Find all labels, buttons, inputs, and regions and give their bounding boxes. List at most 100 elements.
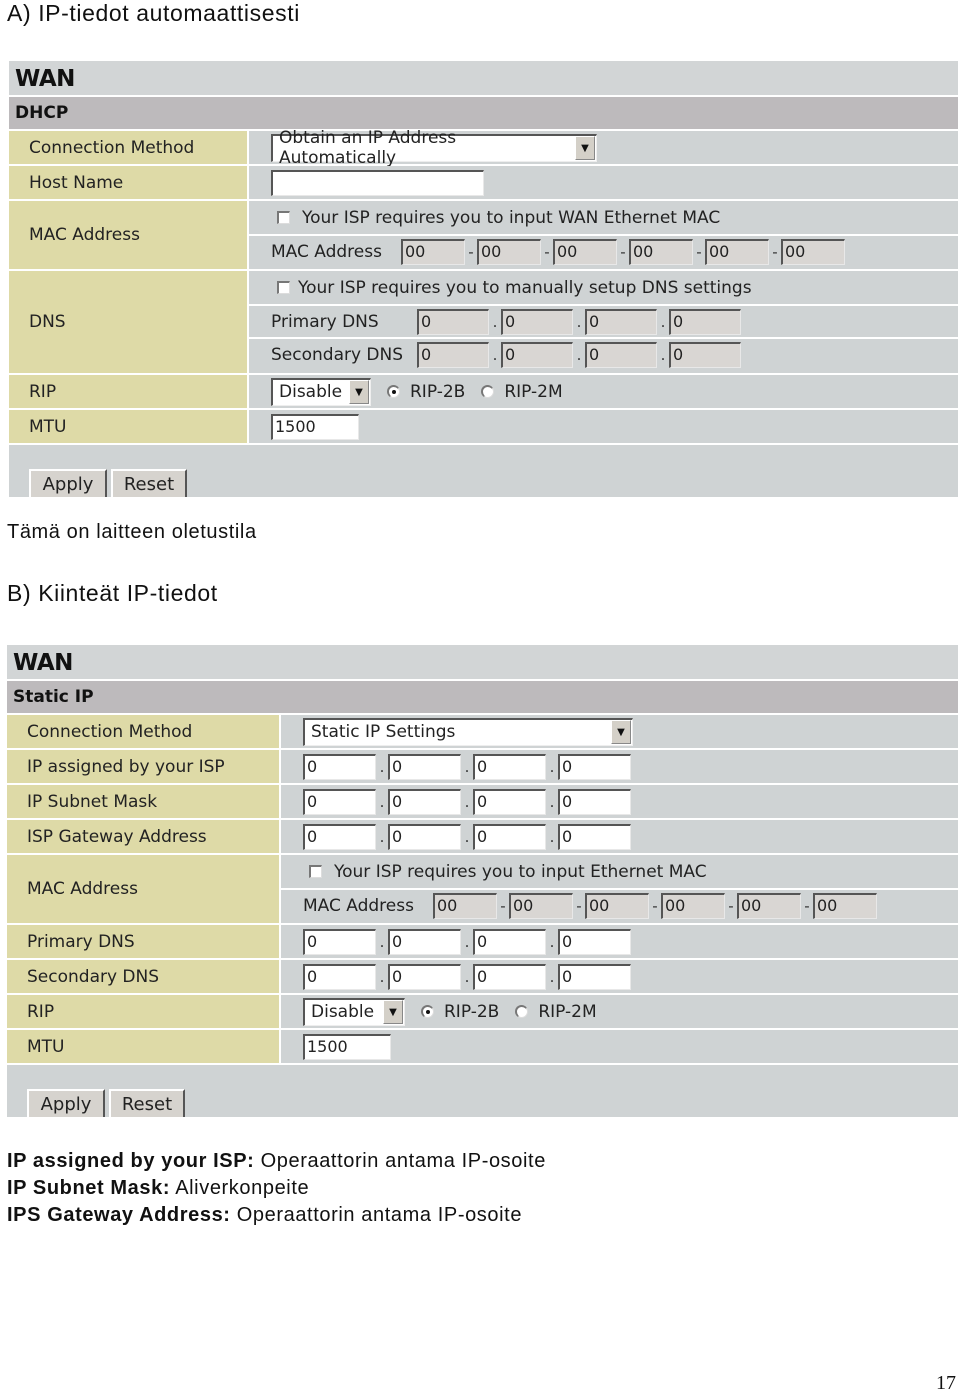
- rip-select-value: Disable: [311, 1002, 375, 1022]
- mac-octet-6[interactable]: 00: [781, 238, 845, 265]
- mac-address-label: MAC Address: [7, 855, 281, 923]
- chevron-down-icon[interactable]: ▼: [349, 380, 369, 404]
- secondary-dns-octet-2[interactable]: 0: [501, 342, 573, 368]
- mac-octet-1[interactable]: 00: [433, 892, 497, 919]
- glossary-definition: Aliverkonpeite: [175, 1177, 310, 1199]
- rip-label: RIP: [7, 995, 281, 1028]
- connection-method-select[interactable]: Static IP Settings ▼: [303, 717, 633, 746]
- section-b-heading: B) Kiinteät IP-tiedot: [7, 580, 218, 606]
- button-bar: Apply Reset: [9, 445, 958, 497]
- rip-select-value: Disable: [279, 382, 343, 402]
- ethernet-mac-checkbox-label: Your ISP requires you to input Ethernet …: [334, 861, 707, 882]
- mac-octet-5[interactable]: 00: [737, 892, 801, 919]
- row-mtu: MTU 1500: [9, 410, 958, 445]
- mac-field-label: MAC Address: [303, 895, 414, 916]
- reset-button[interactable]: Reset: [109, 1089, 185, 1117]
- primary-dns-octet-1[interactable]: 0: [417, 308, 489, 335]
- rip-2m-radio[interactable]: [481, 385, 495, 398]
- apply-button[interactable]: Apply: [27, 1089, 105, 1117]
- connection-method-select[interactable]: Obtain an IP Address Automatically ▼: [271, 128, 597, 168]
- mac-octet-2[interactable]: 00: [477, 238, 541, 265]
- host-name-input[interactable]: [271, 169, 484, 196]
- glossary-term: IPS Gateway Address:: [7, 1204, 231, 1226]
- connection-method-label: Connection Method: [9, 131, 249, 164]
- mac-address-label: MAC Address: [9, 201, 249, 269]
- mtu-label: MTU: [9, 410, 249, 443]
- mac-octet-2[interactable]: 00: [509, 892, 573, 919]
- primary-dns-label: Primary DNS: [271, 311, 379, 332]
- primary-dns-octet-3[interactable]: 0: [473, 928, 546, 955]
- gateway-octet-3[interactable]: 0: [473, 823, 546, 850]
- primary-dns-octet-4[interactable]: 0: [558, 928, 631, 955]
- secondary-dns-label: Secondary DNS: [7, 960, 281, 993]
- chevron-down-icon[interactable]: ▼: [575, 136, 595, 160]
- mask-octet-4[interactable]: 0: [558, 788, 631, 815]
- secondary-dns-octet-4[interactable]: 0: [558, 963, 631, 990]
- chevron-down-icon[interactable]: ▼: [611, 720, 631, 744]
- rip-2m-radio[interactable]: [515, 1005, 529, 1018]
- gateway-octet-4[interactable]: 0: [558, 823, 631, 850]
- mask-octet-2[interactable]: 0: [388, 788, 461, 815]
- row-gateway: ISP Gateway Address 0. 0. 0. 0: [7, 820, 958, 855]
- mask-octet-3[interactable]: 0: [473, 788, 546, 815]
- row-mac-address: MAC Address Your ISP requires you to inp…: [7, 855, 958, 925]
- dns-checkbox-label: Your ISP requires you to manually setup …: [298, 277, 752, 298]
- secondary-dns-octet-3[interactable]: 0: [473, 963, 546, 990]
- secondary-dns-octet-3[interactable]: 0: [585, 342, 657, 368]
- button-bar: Apply Reset: [7, 1065, 958, 1117]
- primary-dns-octet-2[interactable]: 0: [501, 308, 573, 335]
- rip-2b-radio[interactable]: [421, 1005, 434, 1018]
- row-dns: DNS Your ISP requires you to manually se…: [9, 271, 958, 375]
- gateway-label: ISP Gateway Address: [7, 820, 281, 853]
- reset-button[interactable]: Reset: [111, 469, 187, 497]
- default-state-caption: Tämä on laitteen oletustila: [7, 521, 257, 543]
- row-ip-assigned: IP assigned by your ISP 0. 0. 0. 0: [7, 750, 958, 785]
- primary-dns-octet-3[interactable]: 0: [585, 308, 657, 335]
- mask-octet-1[interactable]: 0: [303, 788, 376, 815]
- rip-2b-label: RIP-2B: [410, 381, 466, 402]
- ethernet-mac-checkbox[interactable]: [309, 865, 322, 878]
- mac-field-label: MAC Address: [271, 241, 382, 262]
- wan-mac-checkbox[interactable]: [277, 211, 290, 224]
- ip-assigned-label: IP assigned by your ISP: [7, 750, 281, 783]
- mac-octet-4[interactable]: 00: [629, 238, 693, 265]
- glossary-term: IP assigned by your ISP:: [7, 1150, 255, 1172]
- host-name-label: Host Name: [9, 166, 249, 199]
- apply-button[interactable]: Apply: [29, 469, 107, 497]
- gateway-octet-2[interactable]: 0: [388, 823, 461, 850]
- secondary-dns-octet-1[interactable]: 0: [417, 342, 489, 368]
- gateway-octet-1[interactable]: 0: [303, 823, 376, 850]
- primary-dns-octet-1[interactable]: 0: [303, 928, 376, 955]
- secondary-dns-octet-1[interactable]: 0: [303, 963, 376, 990]
- mtu-input[interactable]: 1500: [271, 413, 359, 440]
- panel-subtitle: Static IP: [7, 681, 958, 715]
- glossary-item: IP Subnet Mask: Aliverkonpeite: [7, 1177, 309, 1200]
- primary-dns-octet-2[interactable]: 0: [388, 928, 461, 955]
- mtu-input[interactable]: 1500: [303, 1033, 391, 1060]
- rip-2b-radio[interactable]: [387, 385, 400, 398]
- connection-method-value: Obtain an IP Address Automatically: [279, 128, 457, 168]
- ip-octet-1[interactable]: 0: [303, 753, 376, 780]
- ip-octet-2[interactable]: 0: [388, 753, 461, 780]
- panel-title: WAN: [7, 645, 958, 681]
- mac-octet-5[interactable]: 00: [705, 238, 769, 265]
- ip-octet-4[interactable]: 0: [558, 753, 631, 780]
- rip-select[interactable]: Disable ▼: [303, 997, 405, 1026]
- mac-octet-6[interactable]: 00: [813, 892, 877, 919]
- radio-selected-dot: [392, 390, 396, 394]
- rip-select[interactable]: Disable ▼: [271, 377, 371, 406]
- row-primary-dns: Primary DNS 0. 0. 0. 0: [7, 925, 958, 960]
- dns-checkbox[interactable]: [277, 281, 290, 294]
- chevron-down-icon[interactable]: ▼: [383, 1000, 403, 1024]
- row-host-name: Host Name: [9, 166, 958, 201]
- secondary-dns-octet-2[interactable]: 0: [388, 963, 461, 990]
- mac-octet-3[interactable]: 00: [585, 892, 649, 919]
- mac-octet-3[interactable]: 00: [553, 238, 617, 265]
- ip-octet-3[interactable]: 0: [473, 753, 546, 780]
- radio-selected-dot: [426, 1010, 430, 1014]
- wan-mac-checkbox-label: Your ISP requires you to input WAN Ether…: [302, 207, 721, 228]
- mac-octet-4[interactable]: 00: [661, 892, 725, 919]
- secondary-dns-octet-4[interactable]: 0: [669, 342, 741, 368]
- primary-dns-octet-4[interactable]: 0: [669, 308, 741, 335]
- mac-octet-1[interactable]: 00: [401, 238, 465, 265]
